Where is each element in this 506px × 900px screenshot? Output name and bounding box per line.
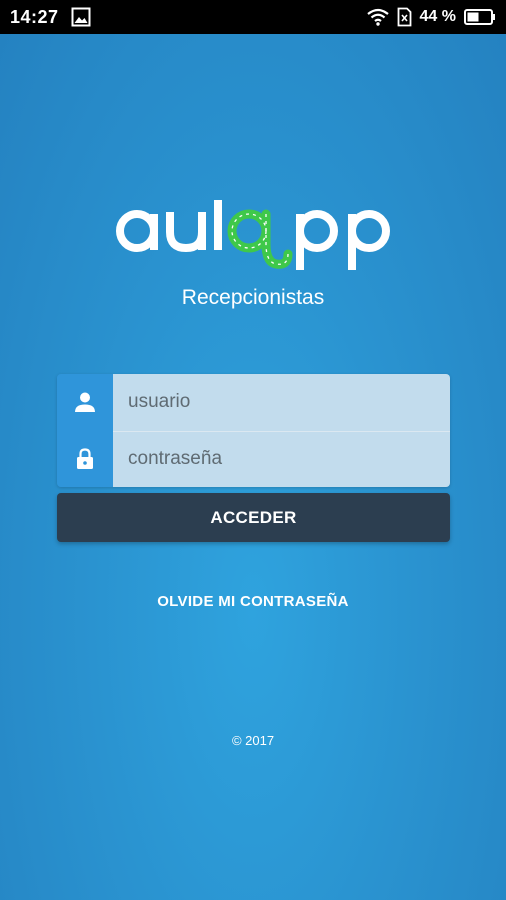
aulapp-logo [110,200,400,280]
login-form: usuario contraseña [57,374,450,487]
forgot-password-link[interactable]: OLVIDE MI CONTRASEÑA [0,593,506,610]
wifi-icon [366,8,389,26]
login-icon-column [57,374,113,487]
status-right: 44 % [366,7,496,27]
username-input[interactable]: usuario [113,374,450,431]
app-subtitle: Recepcionistas [181,286,325,309]
login-fields: usuario contraseña [113,374,450,487]
status-time: 14:27 [10,6,59,27]
lock-icon-cell [57,431,113,488]
sim-icon [397,7,412,27]
status-left: 14:27 [10,7,91,28]
lock-icon [76,448,94,470]
battery-icon [464,8,496,26]
password-input[interactable]: contraseña [113,430,450,488]
username-placeholder: usuario [128,391,191,413]
acceder-button[interactable]: ACCEDER [57,493,450,542]
copyright-text: © 2017 [231,733,275,748]
user-icon [74,391,96,413]
battery-percent: 44 % [419,8,456,25]
password-placeholder: contraseña [128,448,223,470]
user-icon-cell [57,374,113,431]
status-bar: 14:27 44 % [0,0,506,34]
image-icon [71,7,91,27]
